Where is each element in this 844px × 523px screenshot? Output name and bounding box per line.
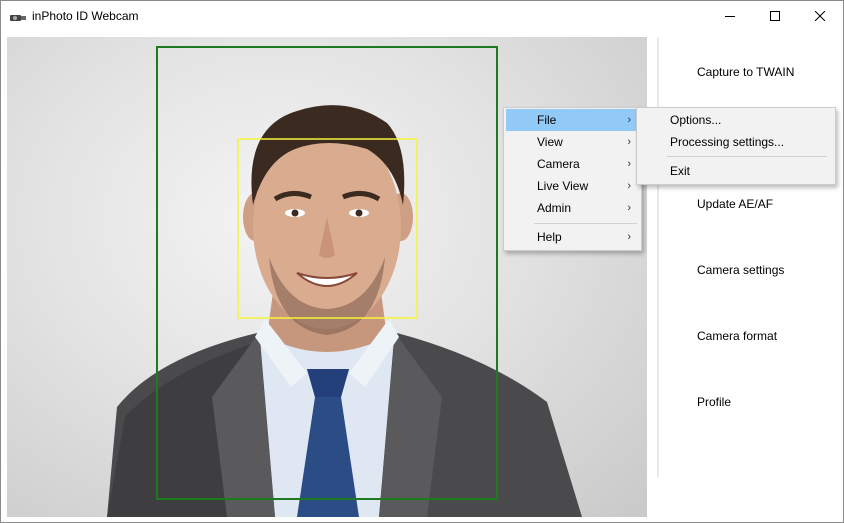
menu-item-label: Admin (537, 201, 572, 215)
submenu-arrow-icon: › (627, 202, 631, 214)
context-menu: File › View › Camera › Live View › Admin… (503, 107, 642, 251)
maximize-button[interactable] (752, 1, 798, 31)
menu-item-label: Processing settings... (670, 135, 785, 149)
app-window: inPhoto ID Webcam Capture to TWAIN Updat… (0, 0, 844, 523)
menu-separator (667, 156, 827, 157)
update-ae-af-button[interactable]: Update AE/AF (697, 197, 773, 211)
menu-item-label: File (537, 113, 557, 127)
menu-item-view[interactable]: View › (506, 131, 639, 153)
close-button[interactable] (797, 1, 843, 31)
submenu-arrow-icon: › (627, 114, 631, 126)
submenu-arrow-icon: › (627, 158, 631, 170)
profile-button[interactable]: Profile (697, 395, 731, 409)
close-icon (815, 11, 825, 21)
menu-item-help[interactable]: Help › (506, 226, 639, 248)
sidebar-divider (657, 37, 659, 477)
file-submenu: Options... Processing settings... Exit (636, 107, 836, 185)
minimize-icon (725, 11, 735, 21)
menu-item-label: Help (537, 230, 562, 244)
menu-item-live-view[interactable]: Live View › (506, 175, 639, 197)
title-bar[interactable]: inPhoto ID Webcam (1, 1, 843, 31)
menu-item-options[interactable]: Options... (639, 109, 833, 131)
menu-item-label: Live View (537, 179, 589, 193)
submenu-arrow-icon: › (627, 136, 631, 148)
menu-item-label: Options... (670, 113, 722, 127)
menu-item-label: Camera (537, 157, 580, 171)
menu-item-exit[interactable]: Exit (639, 160, 833, 182)
menu-item-label: Exit (670, 164, 691, 178)
menu-item-processing-settings[interactable]: Processing settings... (639, 131, 833, 153)
window-title: inPhoto ID Webcam (32, 9, 139, 23)
menu-item-admin[interactable]: Admin › (506, 197, 639, 219)
submenu-arrow-icon: › (627, 231, 631, 243)
menu-item-file[interactable]: File › (506, 109, 639, 131)
maximize-icon (770, 11, 780, 21)
camera-settings-button[interactable]: Camera settings (697, 263, 784, 277)
minimize-button[interactable] (707, 1, 753, 31)
menu-separator (534, 223, 637, 224)
menu-item-label: View (537, 135, 563, 149)
capture-to-twain-button[interactable]: Capture to TWAIN (697, 65, 794, 79)
camera-format-button[interactable]: Camera format (697, 329, 777, 343)
menu-item-camera[interactable]: Camera › (506, 153, 639, 175)
webcam-icon (10, 11, 26, 21)
submenu-arrow-icon: › (627, 180, 631, 192)
